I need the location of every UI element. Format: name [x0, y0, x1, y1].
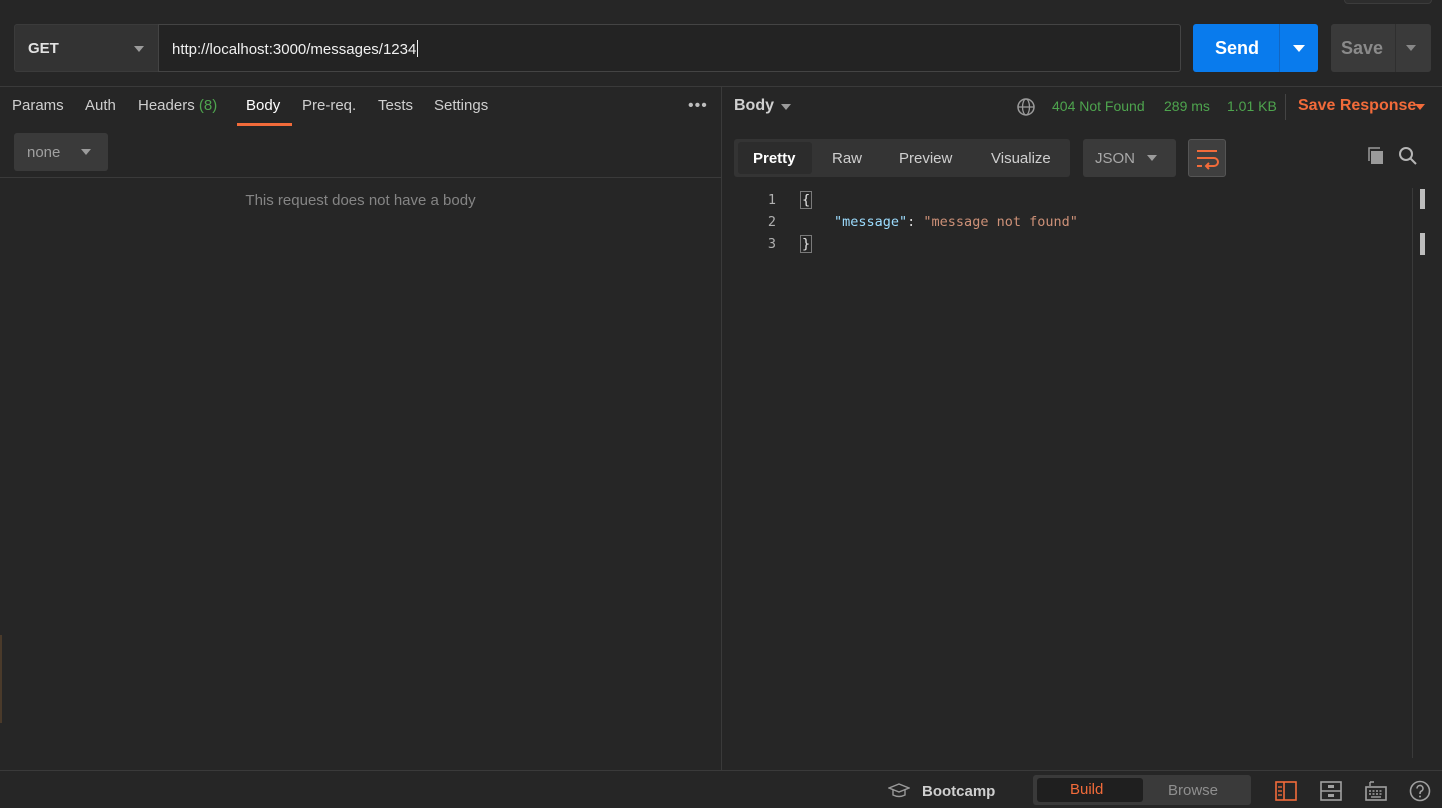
chevron-down-icon [81, 149, 91, 155]
view-tab-raw[interactable]: Raw [832, 150, 862, 167]
tab-settings[interactable]: Settings [434, 97, 488, 114]
wrap-lines-button[interactable] [1188, 139, 1226, 177]
url-text: http://localhost:3000/messages/1234 [172, 41, 417, 58]
view-tab-preview[interactable]: Preview [899, 150, 952, 167]
bootcamp-button[interactable]: Bootcamp [922, 783, 995, 800]
json-key: "message" [834, 214, 908, 230]
chevron-down-icon [134, 46, 144, 52]
response-time[interactable]: 289 ms [1164, 98, 1210, 114]
more-options-icon[interactable]: ••• [688, 97, 708, 115]
find-replace-icon[interactable] [1320, 781, 1342, 801]
editor-scrollbar-track[interactable] [1412, 188, 1413, 758]
scrollbar-marker[interactable] [1420, 189, 1425, 209]
view-tab-visualize[interactable]: Visualize [991, 150, 1051, 167]
window-control-strip [1344, 0, 1432, 4]
response-section-label: Body [734, 97, 774, 114]
scrollbar-marker[interactable] [1420, 233, 1425, 255]
save-button[interactable]: Save [1331, 24, 1431, 72]
build-browse-toggle: Build Browse [1033, 775, 1251, 805]
headers-count-badge: (8) [198, 97, 218, 114]
status-code[interactable]: 404 Not Found [1052, 98, 1145, 114]
bootcamp-icon[interactable] [888, 782, 910, 800]
response-section-select[interactable]: Body [734, 97, 774, 115]
format-label: JSON [1095, 150, 1136, 167]
active-tab-indicator [237, 123, 292, 126]
tab-headers[interactable]: Headers (8) [138, 97, 217, 114]
line-number: 1 [767, 192, 776, 208]
browse-mode-button[interactable]: Browse [1168, 782, 1218, 799]
wrap-lines-icon [1197, 150, 1219, 170]
tab-params[interactable]: Params [12, 97, 64, 114]
send-options-chevron-icon[interactable] [1293, 45, 1305, 52]
keyboard-icon[interactable] [1364, 780, 1388, 802]
response-size[interactable]: 1.01 KB [1227, 98, 1277, 114]
line-number: 3 [767, 236, 776, 252]
json-line: "message": "message not found" [834, 214, 1078, 230]
search-icon[interactable] [1398, 146, 1418, 166]
chevron-down-icon [1147, 155, 1157, 161]
send-button[interactable]: Send [1193, 24, 1318, 72]
save-response-button[interactable]: Save Response [1298, 97, 1416, 115]
copy-icon[interactable] [1366, 146, 1386, 166]
line-number: 2 [767, 214, 776, 230]
save-response-label: Save Response [1298, 97, 1417, 114]
send-label: Send [1215, 38, 1260, 58]
tab-pre-request[interactable]: Pre-req. [302, 97, 356, 114]
save-label: Save [1341, 38, 1384, 58]
url-input[interactable]: http://localhost:3000/messages/1234 [158, 24, 1181, 72]
left-edge-accent [0, 635, 2, 723]
view-tab-pretty[interactable]: Pretty [753, 150, 796, 167]
body-type-select[interactable]: none [14, 133, 108, 171]
chevron-down-icon[interactable] [1415, 104, 1425, 110]
json-value: "message not found" [923, 214, 1078, 230]
body-divider [0, 177, 721, 178]
empty-body-message: This request does not have a body [245, 192, 476, 209]
method-label: GET [28, 40, 59, 57]
tab-body[interactable]: Body [246, 97, 280, 114]
status-divider [1285, 94, 1286, 120]
method-select[interactable]: GET [14, 24, 159, 72]
two-pane-icon[interactable] [1275, 781, 1297, 801]
tab-tests[interactable]: Tests [378, 97, 413, 114]
save-options-chevron-icon[interactable] [1406, 45, 1416, 51]
globe-icon[interactable] [1016, 97, 1036, 117]
help-icon[interactable] [1409, 780, 1431, 802]
response-view-tabs: Pretty Raw Preview Visualize [734, 139, 1070, 177]
json-close-brace: } [800, 235, 813, 253]
format-select[interactable]: JSON [1083, 139, 1176, 177]
chevron-down-icon[interactable] [781, 104, 791, 110]
json-open-brace: { [800, 191, 813, 209]
body-type-label: none [27, 144, 61, 161]
tab-headers-label: Headers [138, 97, 195, 114]
tab-auth[interactable]: Auth [85, 97, 116, 114]
pane-divider [721, 86, 722, 770]
text-cursor [417, 40, 419, 57]
build-mode-button[interactable]: Build [1070, 781, 1103, 798]
